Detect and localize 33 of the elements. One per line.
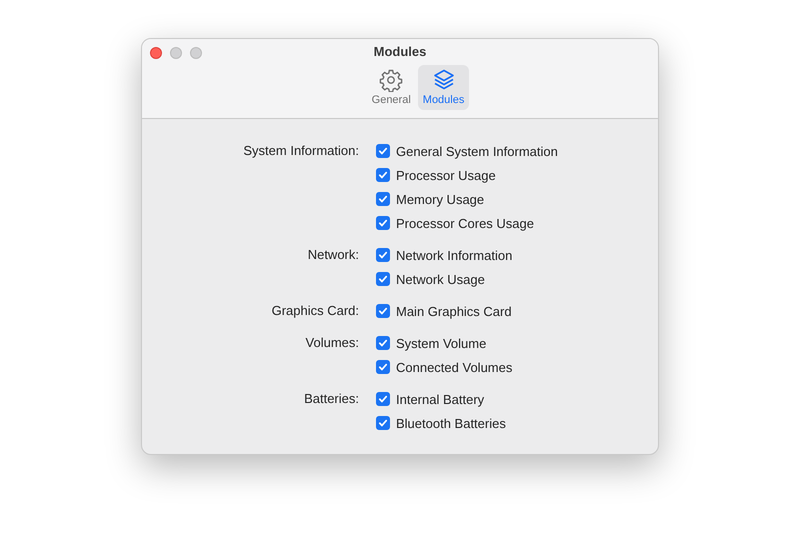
window-title: Modules — [374, 43, 426, 59]
option-label: Connected Volumes — [396, 360, 512, 374]
group-label: System Information: — [242, 142, 360, 160]
checkbox[interactable] — [376, 168, 390, 182]
checkbox[interactable] — [376, 192, 390, 206]
checkbox[interactable] — [376, 416, 390, 430]
checkbox[interactable] — [376, 304, 390, 318]
checkbox[interactable] — [376, 360, 390, 374]
option-label: Processor Usage — [396, 168, 496, 182]
checkbox[interactable] — [376, 392, 390, 406]
option-label: Processor Cores Usage — [396, 216, 534, 230]
option-label: Bluetooth Batteries — [396, 416, 506, 430]
group-label: Volumes: — [304, 334, 360, 352]
checkbox[interactable] — [376, 272, 390, 286]
layers-icon — [432, 68, 456, 92]
toolbar-tab[interactable]: General — [366, 65, 416, 110]
option-label: Network Usage — [396, 272, 485, 286]
group-label: Graphics Card: — [270, 302, 360, 320]
checkbox[interactable] — [376, 248, 390, 262]
close-button[interactable] — [150, 47, 162, 59]
toolbar-tab[interactable]: Modules — [418, 65, 470, 110]
checkbox[interactable] — [376, 144, 390, 158]
group-label: Network: — [306, 246, 360, 264]
option-label: General System Information — [396, 144, 558, 158]
option-label: Internal Battery — [396, 392, 484, 406]
gear-icon — [379, 68, 404, 92]
option-label: System Volume — [396, 336, 486, 350]
checkbox[interactable] — [376, 216, 390, 230]
group-label: Batteries: — [303, 390, 360, 408]
option-label: Memory Usage — [396, 192, 484, 206]
option-label: Network Information — [396, 248, 512, 262]
checkbox[interactable] — [376, 336, 390, 350]
option-label: Main Graphics Card — [396, 304, 512, 318]
